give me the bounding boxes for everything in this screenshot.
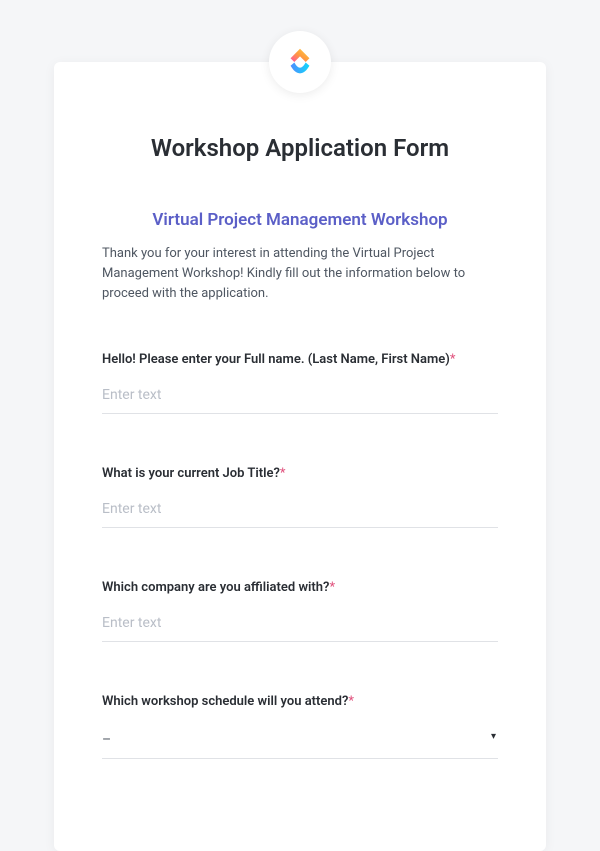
form-card: Workshop Application Form Virtual Projec… — [54, 62, 546, 851]
fullname-input[interactable] — [102, 381, 498, 414]
fullname-label-text: Hello! Please enter your Full name. (Las… — [102, 352, 450, 367]
clickup-logo-icon — [283, 45, 317, 79]
fullname-label: Hello! Please enter your Full name. (Las… — [102, 352, 498, 367]
chevron-down-icon: ▾ — [491, 731, 496, 742]
page-title: Workshop Application Form — [102, 134, 498, 162]
schedule-select[interactable]: – ▾ — [102, 723, 498, 759]
company-label: Which company are you affiliated with?* — [102, 580, 498, 595]
company-label-text: Which company are you affiliated with? — [102, 580, 329, 595]
intro-text: Thank you for your interest in attending… — [102, 244, 498, 304]
jobtitle-label-text: What is your current Job Title? — [102, 466, 280, 481]
field-jobtitle: What is your current Job Title?* — [102, 466, 498, 528]
company-input[interactable] — [102, 609, 498, 642]
jobtitle-input[interactable] — [102, 495, 498, 528]
schedule-label: Which workshop schedule will you attend?… — [102, 694, 498, 709]
form-subtitle: Virtual Project Management Workshop — [102, 210, 498, 230]
required-marker: * — [280, 466, 286, 481]
field-company: Which company are you affiliated with?* — [102, 580, 498, 642]
field-fullname: Hello! Please enter your Full name. (Las… — [102, 352, 498, 414]
required-marker: * — [348, 694, 354, 709]
required-marker: * — [450, 352, 456, 367]
field-schedule: Which workshop schedule will you attend?… — [102, 694, 498, 759]
logo-badge — [269, 31, 331, 93]
schedule-label-text: Which workshop schedule will you attend? — [102, 694, 348, 709]
jobtitle-label: What is your current Job Title?* — [102, 466, 498, 481]
schedule-selected-value: – — [102, 732, 111, 748]
required-marker: * — [329, 580, 335, 595]
